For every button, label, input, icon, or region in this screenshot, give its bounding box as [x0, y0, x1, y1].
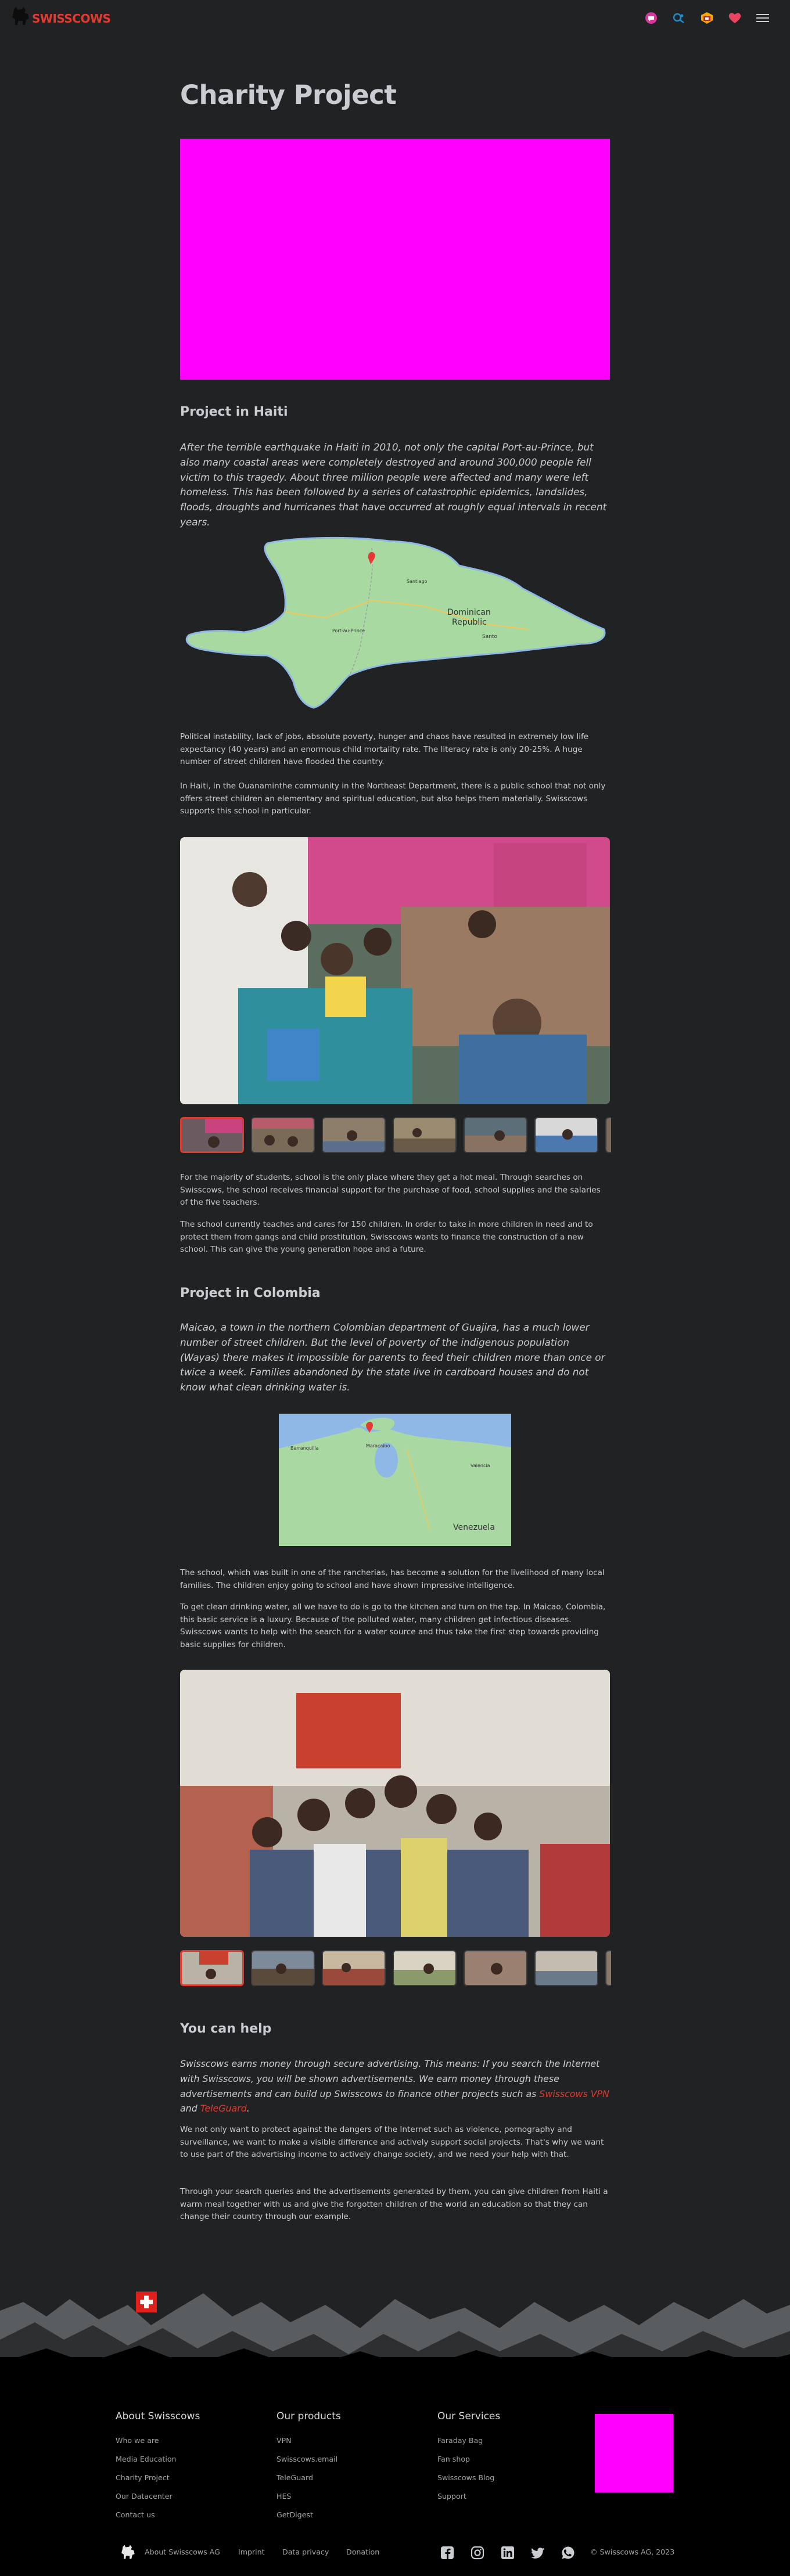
- colombia-map: Venezuela Barranquilla Maracaibo Valenci…: [279, 1414, 511, 1546]
- logo-text: SWISSCOWS: [32, 12, 111, 26]
- copyright-text: © Swisscows AG, 2023: [590, 2548, 675, 2556]
- vpn-icon[interactable]: [699, 10, 714, 26]
- chat-icon[interactable]: [644, 10, 659, 26]
- cow-logo-small-icon: [121, 2545, 135, 2559]
- map-label-santiago: Santiago: [407, 579, 427, 584]
- teleguard-link[interactable]: TeleGuard: [200, 2103, 247, 2114]
- map-label-dominican: Dominican: [447, 608, 491, 617]
- help-heading: You can help: [180, 2022, 272, 2036]
- map-label-santo: Santo: [482, 634, 497, 640]
- haiti-lead: After the terrible earthquake in Haiti i…: [180, 441, 607, 528]
- footer-col-services: Our Services Faraday Bag Fan shop Swissc…: [437, 2411, 500, 2506]
- footer-link-data-privacy[interactable]: Data privacy: [282, 2548, 329, 2556]
- footer-link-swisscows-blog[interactable]: Swisscows Blog: [437, 2469, 500, 2487]
- help-lead: Swisscows earns money through secure adv…: [180, 2056, 610, 2116]
- page-title: Charity Project: [180, 80, 397, 110]
- footer-link-teleguard[interactable]: TeleGuard: [276, 2469, 341, 2487]
- haiti-paragraph-4: The school currently teaches and cares f…: [180, 1220, 593, 1254]
- footer-link-hes[interactable]: HES: [276, 2487, 341, 2506]
- colombia-thumbnail[interactable]: [322, 1950, 386, 1986]
- colombia-thumbnail[interactable]: [180, 1950, 244, 1986]
- colombia-heading: Project in Colombia: [180, 1286, 321, 1300]
- footer-link-who-we-are[interactable]: Who we are: [116, 2431, 200, 2450]
- footer-link-donation[interactable]: Donation: [346, 2548, 379, 2556]
- footer-link-swisscows-email[interactable]: Swisscows.email: [276, 2450, 341, 2469]
- footer-col-title: Our Services: [437, 2411, 501, 2422]
- footer-link-contact-us[interactable]: Contact us: [116, 2506, 200, 2524]
- colombia-thumbnail[interactable]: [251, 1950, 315, 1986]
- facebook-icon[interactable]: [440, 2545, 455, 2560]
- teleguard-icon[interactable]: [672, 10, 687, 26]
- haiti-paragraph-3: For the majority of students, school is …: [180, 1173, 601, 1207]
- help-paragraph-2: Through your search queries and the adve…: [180, 2187, 608, 2221]
- colombia-paragraph-1: The school, which was built in one of th…: [180, 1568, 605, 1590]
- haiti-thumbnail[interactable]: [322, 1117, 386, 1153]
- footer-col-title: About Swisscows: [116, 2411, 200, 2422]
- colombia-thumbnail-strip: [180, 1950, 611, 1986]
- map-label-valencia: Valencia: [471, 1463, 490, 1468]
- map-label-barranquilla: Barranquilla: [290, 1446, 319, 1451]
- haiti-thumbnail[interactable]: [605, 1117, 611, 1153]
- haiti-photo-main[interactable]: [180, 837, 610, 1104]
- help-lead-and: and: [180, 2103, 200, 2114]
- site-header: SWISSCOWS: [0, 0, 790, 39]
- whatsapp-icon[interactable]: [561, 2545, 576, 2560]
- footer-col-about: About Swisscows Who we are Media Educati…: [116, 2411, 200, 2524]
- help-lead-text: Swisscows earns money through secure adv…: [180, 2058, 600, 2099]
- menu-icon[interactable]: [755, 10, 770, 26]
- haiti-paragraph-1: Political instability, lack of jobs, abs…: [180, 732, 589, 766]
- footer-col-products: Our products VPN Swisscows.email TeleGua…: [276, 2411, 341, 2524]
- footer-bottom-bar: About Swisscows AG Imprint Data privacy …: [0, 2541, 790, 2564]
- haiti-thumbnail[interactable]: [251, 1117, 315, 1153]
- footer-app-image[interactable]: [595, 2414, 673, 2492]
- colombia-thumbnail[interactable]: [605, 1950, 611, 1986]
- colombia-thumbnail[interactable]: [393, 1950, 457, 1986]
- footer-link-vpn[interactable]: VPN: [276, 2431, 341, 2450]
- map-label-port-au-prince: Port-au-Prince: [332, 628, 365, 633]
- swisscows-logo[interactable]: SWISSCOWS: [10, 6, 111, 27]
- colombia-thumbnail[interactable]: [464, 1950, 527, 1986]
- colombia-photo-main[interactable]: [180, 1670, 610, 1937]
- haiti-thumbnail[interactable]: [534, 1117, 598, 1153]
- colombia-paragraph-2: To get clean drinking water, all we have…: [180, 1602, 606, 1649]
- colombia-thumbnail[interactable]: [534, 1950, 598, 1986]
- haiti-thumbnail[interactable]: [393, 1117, 457, 1153]
- haiti-thumbnail[interactable]: [464, 1117, 527, 1153]
- heart-icon[interactable]: [727, 10, 742, 26]
- swiss-flag-icon[interactable]: [136, 2292, 157, 2312]
- haiti-map: Dominican Republic Santo Port-au-Prince …: [185, 536, 606, 709]
- footer-link-our-datacenter[interactable]: Our Datacenter: [116, 2487, 200, 2506]
- footer-link-imprint[interactable]: Imprint: [238, 2548, 265, 2556]
- footer-link-faraday-bag[interactable]: Faraday Bag: [437, 2431, 500, 2450]
- footer-col-title: Our products: [276, 2411, 341, 2422]
- instagram-icon[interactable]: [470, 2545, 485, 2560]
- help-lead-end: .: [246, 2103, 250, 2114]
- haiti-thumbnail[interactable]: [180, 1117, 244, 1153]
- footer-link-charity-project[interactable]: Charity Project: [116, 2469, 200, 2487]
- linkedin-icon[interactable]: [500, 2545, 515, 2560]
- footer-link-support[interactable]: Support: [437, 2487, 500, 2506]
- swisscows-vpn-link[interactable]: Swisscows VPN: [539, 2088, 609, 2099]
- haiti-heading: Project in Haiti: [180, 405, 288, 419]
- map-label-republic: Republic: [452, 618, 487, 627]
- twitter-icon[interactable]: [530, 2545, 545, 2560]
- footer-link-media-education[interactable]: Media Education: [116, 2450, 200, 2469]
- map-label-maracaibo: Maracaibo: [366, 1443, 390, 1449]
- cow-logo-icon: [12, 7, 29, 25]
- haiti-paragraph-2: In Haiti, in the Ouanaminthe community i…: [180, 781, 606, 816]
- footer-link-getdigest[interactable]: GetDigest: [276, 2506, 341, 2524]
- footer-link-fan-shop[interactable]: Fan shop: [437, 2450, 500, 2469]
- colombia-lead: Maicao, a town in the northern Colombian…: [180, 1321, 605, 1393]
- haiti-thumbnail-strip: [180, 1117, 611, 1153]
- footer-link-about-swisscows-ag[interactable]: About Swisscows AG: [145, 2548, 220, 2556]
- help-paragraph-1: We not only want to protect against the …: [180, 2125, 604, 2159]
- map-label-venezuela: Venezuela: [453, 1523, 495, 1532]
- hero-image: [180, 139, 610, 380]
